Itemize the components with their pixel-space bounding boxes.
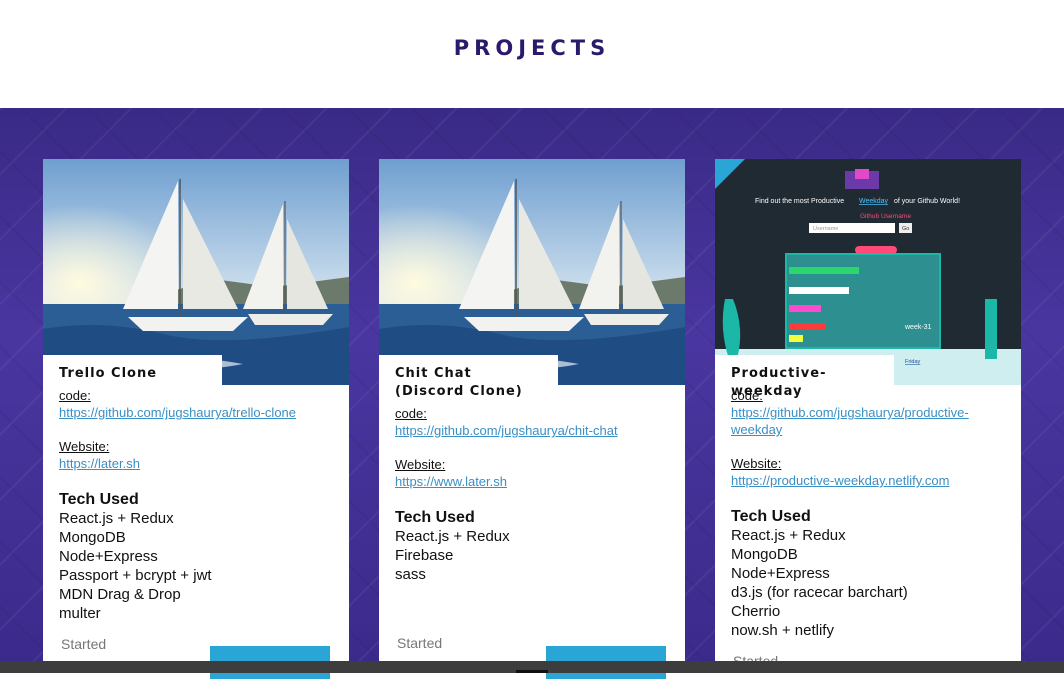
code-label: code: <box>59 388 91 403</box>
screenshot-heading-pre: Find out the most Productive <box>755 198 844 205</box>
website-link[interactable]: https://later.sh <box>59 455 344 472</box>
code-link[interactable]: https://github.com/jugshaurya/trello-clo… <box>59 404 344 421</box>
project-details: code: https://github.com/jugshaurya/prod… <box>731 387 1016 640</box>
started-label: Started <box>397 635 443 651</box>
screenshot-chart-label: week-31 <box>904 324 932 331</box>
tech-used-heading: Tech Used <box>395 509 475 526</box>
screenshot-heading-link: Weekday <box>859 198 889 205</box>
sailboats-photo[interactable] <box>379 159 685 385</box>
tech-item: d3.js (for racecar barchart) <box>731 584 908 601</box>
tech-item: MongoDB <box>731 546 798 563</box>
website-label: Website: <box>395 457 446 472</box>
code-link[interactable]: https://github.com/jugshaurya/chit-chat <box>395 422 680 439</box>
tech-item: MDN Drag & Drop <box>59 586 181 603</box>
project-card-productive-weekday: Find out the most Productive Weekday of … <box>715 159 1021 679</box>
project-title: Chit Chat (Discord Clone) <box>379 355 558 405</box>
code-link[interactable]: https://github.com/jugshaurya/productive… <box>731 404 1016 438</box>
tech-item: Cherrio <box>731 603 781 620</box>
bottom-scroll-bar[interactable] <box>0 661 1064 673</box>
screenshot-username-field: Username <box>813 226 838 232</box>
project-card-chit-chat: Chit Chat (Discord Clone) code: https://… <box>379 159 685 679</box>
tech-item: React.js + Redux <box>731 527 846 544</box>
project-card-trello-clone: Trello Clone code: https://github.com/ju… <box>43 159 349 679</box>
code-label: code: <box>731 388 763 403</box>
tech-item: now.sh + netlify <box>731 622 834 639</box>
tech-used-heading: Tech Used <box>731 508 811 525</box>
tech-item: Node+Express <box>59 548 158 565</box>
tech-item: React.js + Redux <box>395 528 510 545</box>
code-label: code: <box>395 406 427 421</box>
screenshot-username-label: Github Username <box>860 213 911 220</box>
tech-used-heading: Tech Used <box>59 491 139 508</box>
project-details: code: https://github.com/jugshaurya/trel… <box>59 387 344 623</box>
tech-item: Firebase <box>395 547 454 564</box>
tech-item: Node+Express <box>731 565 830 582</box>
screenshot-heading-post: of your Github World! <box>894 198 960 205</box>
website-link[interactable]: https://productive-weekday.netlify.com <box>731 472 1016 489</box>
website-label: Website: <box>59 439 110 454</box>
website-label: Website: <box>731 456 782 471</box>
page-title: PROJECTS <box>453 36 611 60</box>
screenshot-go-button: Go <box>902 226 909 232</box>
tech-item: sass <box>395 566 426 583</box>
sailboats-photo[interactable] <box>43 159 349 385</box>
tech-item: React.js + Redux <box>59 510 174 527</box>
productive-weekday-screenshot[interactable]: Find out the most Productive Weekday of … <box>715 159 1021 385</box>
project-title: Trello Clone <box>43 355 222 387</box>
tech-item: MongoDB <box>59 529 126 546</box>
website-link[interactable]: https://www.later.sh <box>395 473 680 490</box>
started-label: Started <box>61 636 107 652</box>
header: PROJECTS <box>0 0 1064 108</box>
project-details: code: https://github.com/jugshaurya/chit… <box>395 405 680 584</box>
screenshot-answer-day: Friday <box>905 359 921 365</box>
tech-item: multer <box>59 605 101 622</box>
tech-item: Passport + bcrypt + jwt <box>59 567 212 584</box>
